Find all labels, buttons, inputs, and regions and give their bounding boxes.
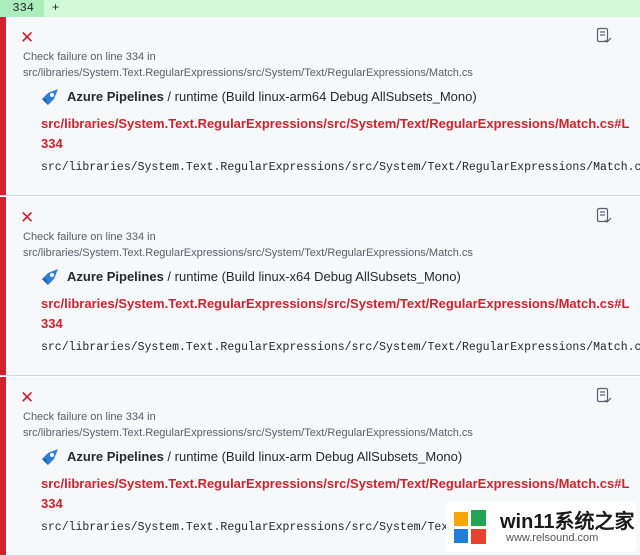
failure-x-icon: ✕ (20, 28, 35, 47)
watermark: win11系统之家 www.relsound.com (446, 502, 636, 552)
annotation-file: src/libraries/System.Text.RegularExpress… (23, 427, 473, 439)
annotation-title: Check failure on line 334 in (23, 411, 156, 423)
diff-added-line: 334 + (0, 0, 640, 18)
pipeline-name[interactable]: Azure Pipelines (67, 269, 164, 284)
check-annotation: ✕ Check failure on line 334 in src/libra… (0, 197, 640, 376)
annotation-file: src/libraries/System.Text.RegularExpress… (23, 247, 473, 259)
annotation-title: Check failure on line 334 in (23, 231, 156, 243)
failure-x-icon: ✕ (20, 208, 35, 227)
failure-bar (0, 17, 6, 195)
annotation-message: src/libraries/System.Text.RegularExpress… (41, 521, 462, 534)
watermark-url: www.relsound.com (506, 532, 599, 544)
pipeline-name[interactable]: Azure Pipelines (67, 89, 164, 104)
windows-logo-icon (454, 510, 486, 544)
line-number-text: 334 (12, 1, 34, 15)
pipeline-detail: / runtime (Build linux-x64 Debug AllSubs… (163, 269, 461, 284)
annotation-message: src/libraries/System.Text.RegularExpress… (41, 341, 640, 354)
failure-bar (0, 377, 6, 555)
azure-pipelines-icon (42, 449, 58, 465)
annotation-link[interactable]: src/libraries/System.Text.RegularExpress… (41, 294, 631, 334)
azure-pipelines-icon (42, 89, 58, 105)
pipeline-line: Azure Pipelines / runtime (Build linux-a… (67, 449, 462, 465)
pipeline-detail: / runtime (Build linux-arm Debug AllSubs… (163, 449, 463, 464)
copy-icon[interactable] (596, 207, 612, 225)
copy-icon[interactable] (596, 27, 612, 45)
watermark-title: win11系统之家 (500, 511, 635, 533)
pipeline-detail: / runtime (Build linux-arm64 Debug AllSu… (163, 89, 477, 104)
annotation-title: Check failure on line 334 in (23, 51, 156, 63)
annotation-link[interactable]: src/libraries/System.Text.RegularExpress… (41, 114, 631, 154)
pipeline-name[interactable]: Azure Pipelines (67, 449, 164, 464)
pipeline-line: Azure Pipelines / runtime (Build linux-a… (67, 89, 477, 105)
annotation-message: src/libraries/System.Text.RegularExpress… (41, 161, 640, 174)
check-annotation: ✕ Check failure on line 334 in src/libra… (0, 17, 640, 196)
failure-bar (0, 197, 6, 375)
failure-x-icon: ✕ (20, 388, 35, 407)
line-number[interactable]: 334 (0, 0, 44, 17)
azure-pipelines-icon (42, 269, 58, 285)
copy-icon[interactable] (596, 387, 612, 405)
pipeline-line: Azure Pipelines / runtime (Build linux-x… (67, 269, 461, 285)
diff-plus-marker: + (52, 1, 60, 15)
annotation-file: src/libraries/System.Text.RegularExpress… (23, 67, 473, 79)
